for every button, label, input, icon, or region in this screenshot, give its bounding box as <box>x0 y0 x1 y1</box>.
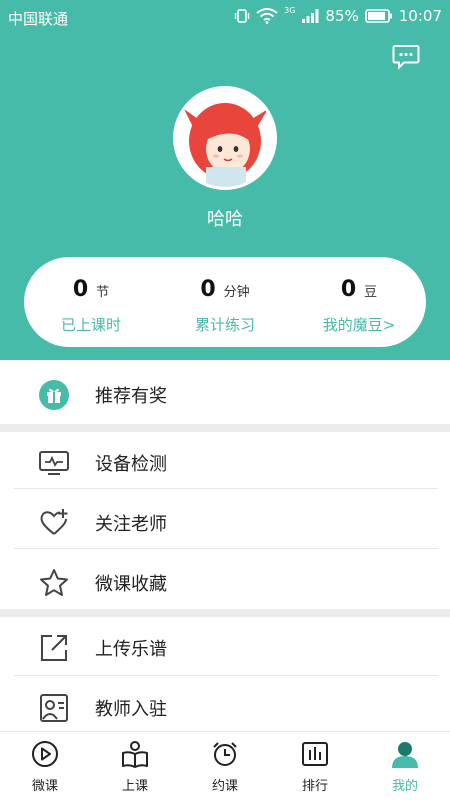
tab-label: 微课 <box>31 779 58 794</box>
battery-icon <box>364 9 392 23</box>
stat-lesson-hours[interactable]: 0节 已上课时 <box>24 257 158 347</box>
tab-book-class[interactable]: 约课 <box>180 732 270 801</box>
status-bar: 中国联通 3G 85% 10:07 <box>0 0 450 34</box>
menu-label: 设备检测 <box>95 454 167 475</box>
wifi-icon <box>256 8 278 24</box>
tab-class[interactable]: 上课 <box>90 732 180 801</box>
menu-item-device-check[interactable]: 设备检测 <box>0 432 450 492</box>
heart-plus-icon <box>40 509 68 535</box>
tab-ranking[interactable]: 排行 <box>270 732 360 801</box>
menu-label: 上传乐谱 <box>95 639 167 660</box>
battery-percent: 85% <box>325 7 359 25</box>
user-icon <box>392 742 418 768</box>
stats-card: 0节 已上课时 0 分钟 累计练习 0豆 我的魔豆> <box>24 257 426 347</box>
network-type: 3G <box>284 5 296 15</box>
tab-label: 上课 <box>121 779 148 794</box>
stat-unit: 分钟 <box>223 284 250 300</box>
section-separator <box>0 609 450 617</box>
menu-label: 关注老师 <box>95 514 167 535</box>
username: 哈哈 <box>207 209 243 230</box>
stat-magic-beans[interactable]: 0豆 我的魔豆> <box>292 257 426 347</box>
stat-value: 0 <box>72 277 89 302</box>
menu-item-favorites[interactable]: 微课收藏 <box>0 552 450 612</box>
chat-bubble-icon <box>392 45 420 70</box>
stat-label: 我的魔豆> <box>322 316 396 334</box>
book-reader-icon <box>122 741 148 768</box>
tab-label: 我的 <box>391 779 418 794</box>
stat-practice-time[interactable]: 0 分钟 累计练习 <box>158 257 292 347</box>
tab-mine[interactable]: 我的 <box>360 732 450 801</box>
section-separator <box>0 424 450 432</box>
star-icon <box>40 569 68 596</box>
play-icon <box>32 741 58 767</box>
clock-time: 10:07 <box>398 7 442 25</box>
tab-micro-course[interactable]: 微课 <box>0 732 90 801</box>
stat-label: 已上课时 <box>60 316 121 334</box>
carrier-name: 中国联通 <box>8 10 69 28</box>
monitor-icon <box>39 451 69 475</box>
stat-value: 0 <box>340 277 357 302</box>
signal-icon <box>302 9 319 23</box>
menu-item-upload-score[interactable]: 上传乐谱 <box>0 617 450 677</box>
stat-label: 累计练习 <box>194 316 255 334</box>
bottom-tab-bar: 微课 上课 约课 排行 我的 <box>0 731 450 801</box>
stat-unit: 节 <box>96 284 110 300</box>
menu-divider <box>14 548 438 549</box>
gift-icon <box>39 380 69 410</box>
bar-chart-icon <box>302 742 328 766</box>
stat-unit: 豆 <box>364 284 378 300</box>
alarm-clock-icon <box>213 742 237 766</box>
menu-label: 推荐有奖 <box>95 386 167 407</box>
tab-label: 排行 <box>301 779 328 794</box>
stat-value: 0 <box>200 277 216 302</box>
menu-item-teacher-join[interactable]: 教师入驻 <box>0 677 450 737</box>
avatar-illustration <box>176 89 274 187</box>
external-link-icon <box>41 635 67 661</box>
avatar[interactable] <box>173 86 277 190</box>
message-button[interactable] <box>392 44 420 70</box>
vibrate-icon <box>234 9 250 23</box>
menu-divider <box>14 488 438 489</box>
menu-divider <box>14 675 438 676</box>
menu-label: 微课收藏 <box>95 574 167 595</box>
menu-item-follow-teacher[interactable]: 关注老师 <box>0 492 450 552</box>
menu-label: 教师入驻 <box>95 699 167 720</box>
tab-label: 约课 <box>211 779 238 794</box>
menu-item-referral[interactable]: 推荐有奖 <box>0 364 450 424</box>
teacher-id-icon <box>40 694 68 722</box>
